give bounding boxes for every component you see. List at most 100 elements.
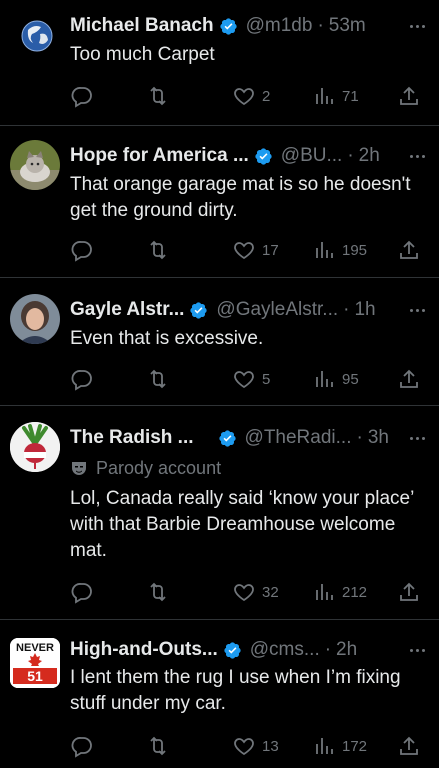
view-count: 95 [342,370,359,388]
tweet-text: Even that is excessive. [70,328,264,349]
avatar[interactable] [10,140,60,190]
radish-avatar-icon [10,422,60,472]
more-options-icon[interactable] [410,14,425,38]
views-chart-icon [316,371,333,387]
more-options-icon[interactable] [410,144,425,168]
heart-icon [234,371,254,389]
share-button[interactable] [398,367,420,391]
share-icon [400,240,418,259]
more-options-icon[interactable] [410,298,425,322]
tweet[interactable]: NEVER 51 High-and-Outs... @cms... · 2h I… [0,620,439,768]
tweet-text: That orange garage mat is so he doesn't … [70,174,411,221]
timestamp[interactable]: 2h [336,638,357,662]
tweet-text: Lol, Canada really said ‘know your place… [70,488,414,561]
verified-badge-icon [219,17,237,35]
views-chart-icon [316,584,333,600]
retweet-button[interactable] [146,580,170,604]
avatar-51-text: 51 [27,668,43,684]
timestamp[interactable]: 53m [329,14,366,38]
share-icon [400,86,418,105]
author-name[interactable]: High-and-Outs... [70,638,218,662]
retweet-icon [150,86,166,106]
tweet[interactable]: Hope for America ... @BU... · 2h That or… [0,126,439,278]
avatar[interactable] [10,422,60,472]
author-handle[interactable]: @m1db [246,14,313,38]
action-bar: 32 212 [70,580,419,604]
retweet-button[interactable] [146,238,170,262]
never-51-avatar-icon: NEVER 51 [10,638,60,688]
avatar[interactable]: NEVER 51 [10,638,60,688]
like-button[interactable]: 2 [232,84,270,108]
author-name[interactable]: Hope for America ... [70,144,249,168]
like-button[interactable]: 32 [232,580,279,604]
tweet[interactable]: The Radish ... @TheRadi... · 3h Parody a… [0,406,439,620]
avatar[interactable] [10,294,60,344]
views-chart-icon [316,242,333,258]
like-count: 5 [262,370,271,388]
avatar-never-text: NEVER [16,642,54,654]
retweet-button[interactable] [146,734,170,758]
parody-mask-icon [72,462,86,475]
cat-avatar-icon [10,140,60,190]
retweet-button[interactable] [146,367,170,391]
timestamp[interactable]: 3h [368,426,389,450]
share-button[interactable] [398,580,420,604]
reply-button[interactable] [70,84,94,108]
like-button[interactable]: 13 [232,734,279,758]
author-name[interactable]: Gayle Alstr... [70,298,184,322]
verified-badge-icon [255,147,272,165]
views-button[interactable]: 172 [314,734,367,758]
views-chart-icon [316,738,333,754]
timestamp[interactable]: 1h [354,298,375,322]
views-button[interactable]: 195 [314,238,367,262]
like-count: 13 [262,737,279,755]
retweet-icon [150,240,166,260]
tweet-text: Too much Carpet [70,44,215,65]
like-button[interactable]: 17 [232,238,279,262]
share-icon [400,369,418,388]
views-button[interactable]: 212 [314,580,367,604]
action-bar: 5 95 [70,367,419,391]
action-bar: 2 71 [70,84,419,108]
more-options-icon[interactable] [410,426,425,450]
author-handle[interactable]: @cms... [250,638,320,662]
reply-feed: Michael Banach @m1db · 53m Too much Carp… [0,0,439,768]
retweet-button[interactable] [146,84,170,108]
verified-badge-icon [190,301,208,319]
views-button[interactable]: 95 [314,367,359,391]
tweet[interactable]: Michael Banach @m1db · 53m Too much Carp… [0,0,439,126]
view-count: 195 [342,241,368,259]
like-button[interactable]: 5 [232,367,270,391]
reply-button[interactable] [70,580,94,604]
heart-icon [234,88,254,106]
reply-button[interactable] [70,734,94,758]
reply-icon [71,583,92,604]
reply-button[interactable] [70,367,94,391]
retweet-icon [150,736,166,756]
author-handle[interactable]: @TheRadi... [245,426,352,450]
author-name[interactable]: Michael Banach [70,14,214,38]
like-count: 2 [262,87,271,105]
heart-icon [234,242,254,260]
views-button[interactable]: 71 [314,84,359,108]
view-count: 71 [342,87,359,105]
avatar[interactable] [14,12,60,58]
timestamp[interactable]: 2h [359,144,380,168]
parody-label: Parody account [70,456,221,480]
reply-button[interactable] [70,238,94,262]
author-handle[interactable]: @BU... [281,144,343,168]
tweet[interactable]: Gayle Alstr... @GayleAlstr... · 1h Even … [0,278,439,406]
action-bar: 13 172 [70,734,419,758]
action-bar: 17 195 [70,238,419,262]
share-button[interactable] [398,238,420,262]
reply-icon [71,370,92,391]
more-options-icon[interactable] [410,638,425,662]
heart-icon [234,738,254,756]
reply-icon [71,87,92,108]
author-name[interactable]: The Radish ... [70,426,194,450]
author-handle[interactable]: @GayleAlstr... [216,298,338,322]
share-button[interactable] [398,84,420,108]
views-chart-icon [316,88,333,104]
share-button[interactable] [398,734,420,758]
share-icon [400,736,418,755]
